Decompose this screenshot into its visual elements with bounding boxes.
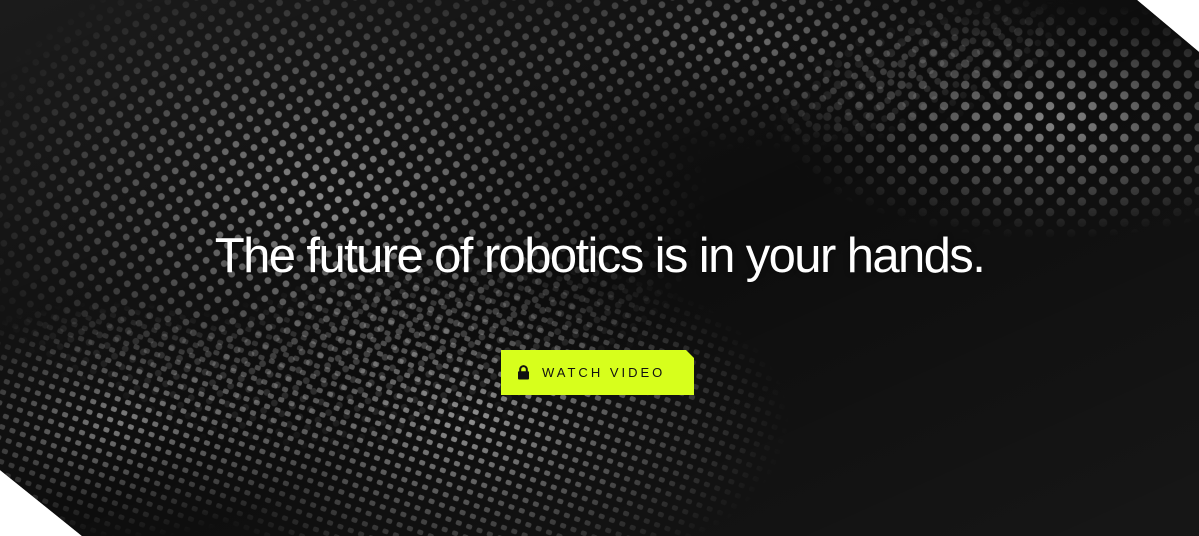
watch-video-label: WATCH VIDEO [542, 365, 666, 380]
watch-video-button[interactable]: WATCH VIDEO [501, 350, 694, 395]
hero-headline: The future of robotics is in your hands. [214, 229, 986, 283]
hero-banner: The future of robotics is in your hands.… [0, 0, 1199, 536]
lock-icon [518, 365, 529, 380]
